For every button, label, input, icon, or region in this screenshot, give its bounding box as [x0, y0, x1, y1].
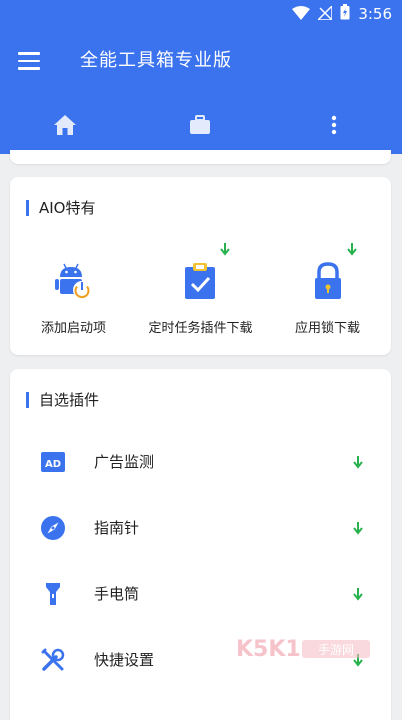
flashlight-icon [40, 581, 66, 607]
briefcase-icon [189, 115, 211, 139]
android-power-icon [52, 259, 96, 303]
app-title: 全能工具箱专业版 [80, 50, 232, 71]
section-accent-bar [26, 391, 29, 408]
home-icon [53, 114, 77, 140]
menu-icon-line [18, 59, 40, 62]
aio-card: AIO特有 添加启动项 定时任务插件下载 应用锁下载 [10, 177, 391, 355]
app-bar: 全能工具箱专业版 [0, 28, 402, 154]
download-arrow-icon[interactable] [353, 520, 363, 539]
watermark-logo: K5K1 手游网 [236, 634, 376, 664]
plugins-card: 自选插件 AD 广告监测 指南针 手电筒 快捷设置 [10, 369, 391, 720]
plugins-section-title: 自选插件 [39, 391, 100, 409]
download-arrow-icon[interactable] [220, 241, 230, 260]
aio-item-label: 应用锁下载 [294, 321, 360, 336]
tools-icon [40, 647, 66, 673]
plugin-row-flashlight[interactable]: 手电筒 [10, 561, 391, 627]
tab-home[interactable] [15, 100, 115, 154]
svg-text:手游网: 手游网 [318, 643, 354, 657]
clock: 3:56 [358, 5, 392, 23]
svg-text:K5K1: K5K1 [236, 637, 301, 662]
aio-item-label: 添加启动项 [40, 321, 106, 336]
wifi-icon [292, 5, 311, 24]
plugin-label: 指南针 [94, 519, 140, 537]
menu-icon-line [18, 52, 40, 55]
section-accent-bar [26, 199, 29, 216]
signal-off-icon [316, 3, 334, 24]
menu-icon-line [18, 67, 40, 70]
battery-charging-icon [340, 4, 350, 24]
plugin-label: 快捷设置 [94, 651, 155, 669]
plugin-row-compass[interactable]: 指南针 [10, 495, 391, 561]
aio-item-add-startup[interactable]: 添加启动项 [10, 249, 137, 339]
compass-icon [40, 515, 66, 541]
previous-card-bottom [10, 150, 391, 164]
menu-button[interactable] [18, 52, 40, 70]
aio-section-title: AIO特有 [39, 199, 96, 217]
tab-bar [0, 100, 402, 154]
clipboard-check-icon [179, 259, 223, 303]
aio-item-label: 定时任务插件下载 [148, 321, 253, 336]
plugin-label: 手电筒 [94, 585, 140, 603]
aio-item-app-lock[interactable]: 应用锁下载 [264, 249, 391, 339]
svg-text:AD: AD [45, 459, 61, 470]
download-arrow-icon[interactable] [353, 454, 363, 473]
plugins-section-header: 自选插件 [26, 389, 99, 410]
download-arrow-icon[interactable] [353, 586, 363, 605]
more-vertical-icon [331, 115, 337, 139]
download-arrow-icon[interactable] [347, 241, 357, 260]
aio-section-header: AIO特有 [26, 197, 96, 218]
status-icons: 3:56 [292, 3, 392, 24]
plugin-row-ad-monitor[interactable]: AD 广告监测 [10, 429, 391, 495]
ad-icon: AD [40, 449, 66, 475]
aio-item-scheduled-task[interactable]: 定时任务插件下载 [137, 249, 264, 339]
status-bar: 3:56 [0, 0, 402, 28]
lock-icon [306, 259, 350, 303]
tab-tools[interactable] [150, 100, 250, 154]
plugin-label: 广告监测 [94, 453, 155, 471]
tab-more[interactable] [284, 100, 384, 154]
